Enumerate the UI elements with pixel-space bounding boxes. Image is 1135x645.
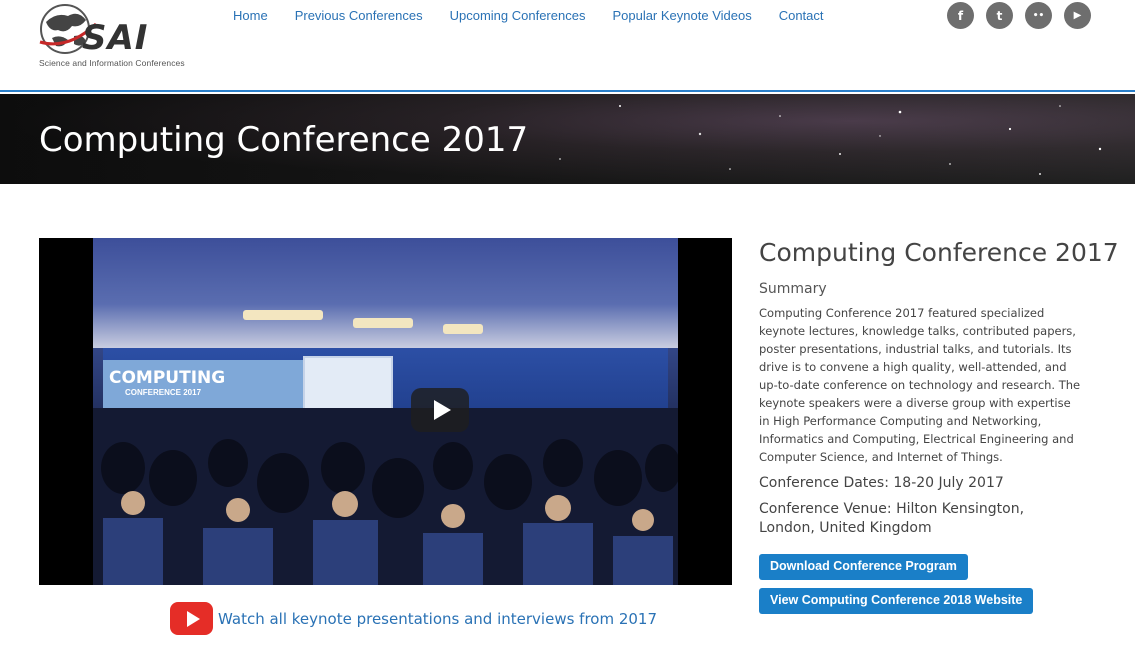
- keynote-videos-link[interactable]: Watch all keynote presentations and inte…: [170, 602, 657, 635]
- video-player[interactable]: COMPUTING CONFERENCE 2017: [39, 238, 732, 585]
- logo-tagline: Science and Information Conferences: [39, 58, 185, 68]
- site-header: SAI Science and Information Conferences …: [0, 0, 1135, 92]
- play-button[interactable]: [411, 388, 469, 432]
- conference-info: Computing Conference 2017 Summary Comput…: [759, 238, 1119, 538]
- flickr-icon[interactable]: ••: [1025, 2, 1052, 29]
- logo-text: SAI: [82, 18, 149, 58]
- youtube-icon[interactable]: ▶: [1064, 2, 1091, 29]
- ceiling-scene: [93, 238, 678, 348]
- conference-venue: Conference Venue: Hilton Kensington, Lon…: [759, 501, 1025, 536]
- nav-popular-keynote-videos[interactable]: Popular Keynote Videos: [612, 8, 751, 28]
- view-2018-website-button[interactable]: View Computing Conference 2018 Website: [759, 588, 1034, 614]
- page-banner: Computing Conference 2017: [0, 94, 1135, 184]
- summary-heading: Summary: [759, 281, 827, 297]
- conference-dates: Conference Dates: 18-20 July 2017: [759, 475, 1004, 491]
- facebook-icon[interactable]: f: [947, 2, 974, 29]
- page-title: Computing Conference 2017: [39, 120, 529, 160]
- video-thumbnail: COMPUTING CONFERENCE 2017: [93, 238, 678, 585]
- twitter-icon[interactable]: t: [986, 2, 1013, 29]
- nav-home[interactable]: Home: [233, 8, 268, 28]
- audience-scene: [93, 408, 678, 585]
- download-program-button[interactable]: Download Conference Program: [759, 554, 968, 580]
- nav-contact[interactable]: Contact: [779, 8, 824, 28]
- conference-title: Computing Conference 2017: [759, 238, 1119, 267]
- main-nav: Home Previous Conferences Upcoming Confe…: [220, 8, 838, 28]
- projection-screen: [303, 356, 393, 416]
- nav-upcoming-conferences[interactable]: Upcoming Conferences: [450, 8, 586, 28]
- nav-previous-conferences[interactable]: Previous Conferences: [295, 8, 423, 28]
- keynote-videos-link-text: Watch all keynote presentations and inte…: [218, 609, 658, 628]
- sign-title: COMPUTING: [109, 368, 226, 388]
- summary-text: Computing Conference 2017 featured speci…: [759, 306, 1081, 464]
- social-links: f t •• ▶: [947, 2, 1103, 29]
- sign-subtitle: CONFERENCE 2017: [125, 388, 202, 397]
- sai-logo[interactable]: SAI Science and Information Conferences: [38, 2, 198, 70]
- youtube-logo-icon: [170, 602, 213, 635]
